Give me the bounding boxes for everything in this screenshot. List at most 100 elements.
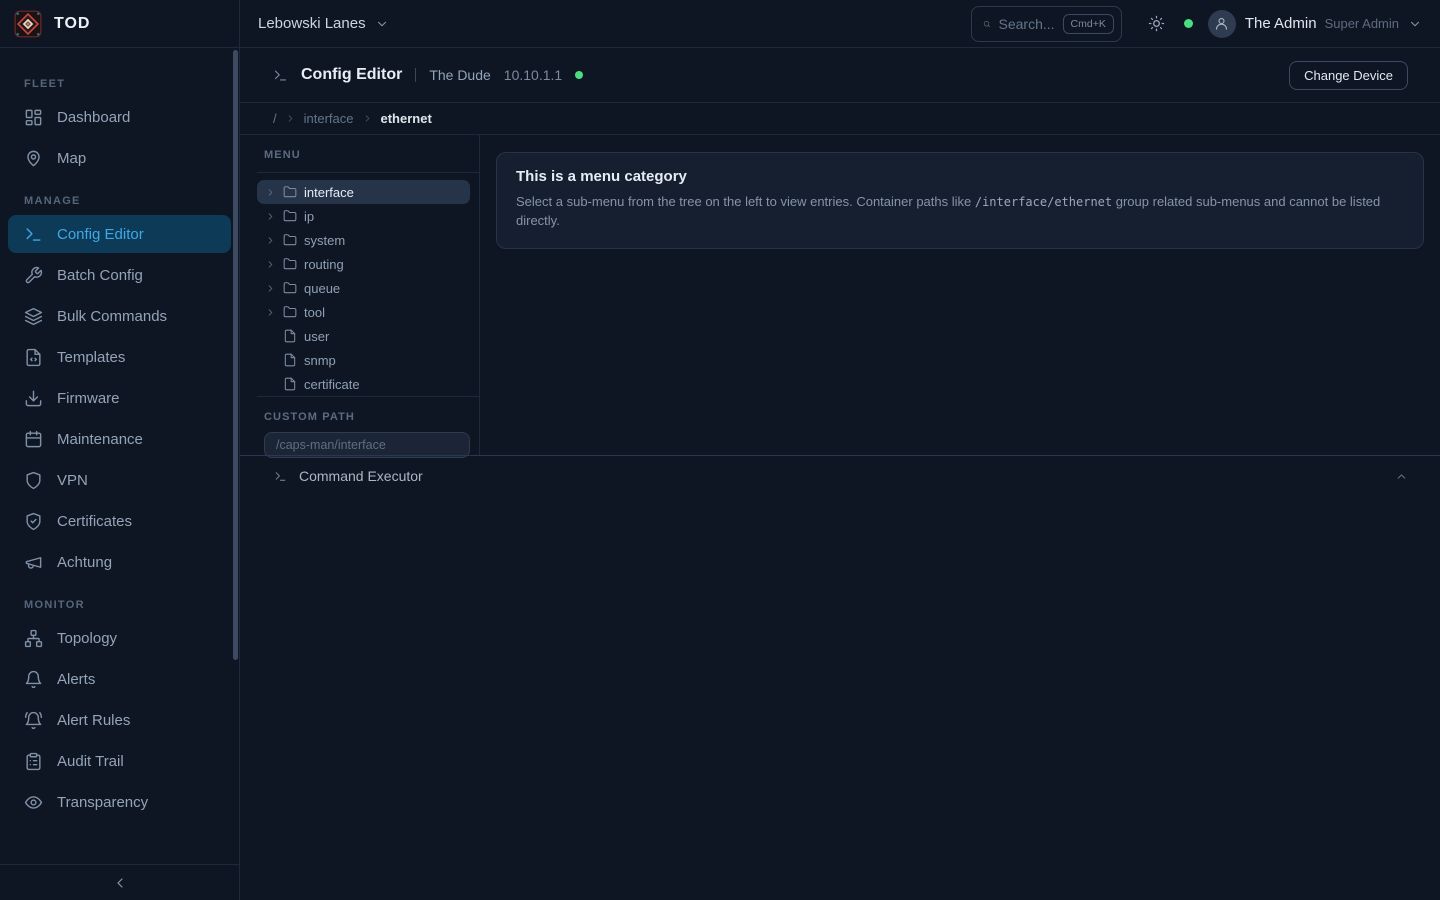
user-menu-chevron-icon[interactable] (1408, 17, 1422, 31)
custom-path-label: CUSTOM PATH (264, 411, 355, 423)
custom-path-section: CUSTOM PATH (257, 396, 479, 458)
menu-category-card: This is a menu category Select a sub-men… (496, 152, 1424, 249)
tree-item-system[interactable]: system (257, 228, 470, 252)
sidebar-item-dashboard[interactable]: Dashboard (8, 98, 231, 136)
detail-panel: This is a menu category Select a sub-men… (480, 135, 1440, 455)
sidebar-item-label: Audit Trail (57, 753, 124, 770)
avatar[interactable] (1208, 10, 1236, 38)
device-header: Config Editor The Dude 10.10.1.1 Change … (240, 48, 1440, 103)
breadcrumb-item-interface[interactable]: interface (304, 111, 354, 126)
menu-category-title: This is a menu category (516, 168, 1404, 185)
sidebar-item-transparency[interactable]: Transparency (8, 783, 231, 821)
sidebar-item-label: Achtung (57, 554, 112, 571)
sidebar-item-topology[interactable]: Topology (8, 619, 231, 657)
tree-item-tool[interactable]: tool (257, 300, 470, 324)
search-icon (983, 17, 991, 31)
sidebar-item-achtung[interactable]: Achtung (8, 543, 231, 581)
sidebar-item-alert-rules[interactable]: Alert Rules (8, 701, 231, 739)
sun-icon (1148, 15, 1165, 32)
calendar-icon (24, 430, 43, 449)
chevron-right-icon (362, 113, 373, 124)
bell-ring-icon (24, 711, 43, 730)
user-name: The Admin (1245, 15, 1317, 32)
command-executor-toggle[interactable]: Command Executor (240, 455, 1440, 496)
sidebar-item-bulk-commands[interactable]: Bulk Commands (8, 297, 231, 335)
breadcrumb-root[interactable]: / (273, 111, 277, 126)
org-selector[interactable]: Lebowski Lanes (258, 15, 389, 32)
tree-item-ip[interactable]: ip (257, 204, 470, 228)
topbar-right: Search... Cmd+K The Admin Super Admin (971, 6, 1422, 42)
terminal-icon (24, 225, 43, 244)
sidebar-item-maintenance[interactable]: Maintenance (8, 420, 231, 458)
wrench-icon (24, 266, 43, 285)
change-device-button[interactable]: Change Device (1289, 61, 1408, 90)
eye-icon (24, 793, 43, 812)
tree-item-routing[interactable]: routing (257, 252, 470, 276)
menu-panel-label: MENU (264, 149, 301, 161)
tree-item-interface[interactable]: interface (257, 180, 470, 204)
terminal-icon (273, 68, 288, 83)
breadcrumb-item-ethernet: ethernet (381, 111, 432, 126)
tod-logo-icon (14, 10, 42, 38)
tree-item-snmp[interactable]: snmp (257, 348, 470, 372)
sidebar-item-batch-config[interactable]: Batch Config (8, 256, 231, 294)
chevron-left-icon (112, 875, 128, 891)
folder-icon (283, 233, 297, 247)
nav-section-label-fleet: FLEET (24, 78, 215, 90)
sidebar-item-templates[interactable]: Templates (8, 338, 231, 376)
sidebar-item-label: Certificates (57, 513, 132, 530)
file-icon (283, 329, 297, 343)
megaphone-icon (24, 553, 43, 572)
sidebar-item-label: VPN (57, 472, 88, 489)
sidebar-collapse-button[interactable] (112, 875, 128, 891)
layers-icon (24, 307, 43, 326)
sidebar-item-firmware[interactable]: Firmware (8, 379, 231, 417)
chevron-up-icon (1395, 470, 1408, 483)
sidebar-item-label: Dashboard (57, 109, 130, 126)
search-input[interactable]: Search... Cmd+K (971, 6, 1122, 42)
device-name: The Dude (429, 67, 490, 83)
file-icon (283, 377, 297, 391)
tree-item-label: user (304, 329, 329, 344)
chevron-right-icon (285, 113, 296, 124)
sidebar-item-label: Firmware (57, 390, 120, 407)
chevron-right-icon (265, 259, 276, 270)
tree-item-user[interactable]: user (257, 324, 470, 348)
sidebar-item-config-editor[interactable]: Config Editor (8, 215, 231, 253)
sidebar-item-certificates[interactable]: Certificates (8, 502, 231, 540)
search-shortcut-badge: Cmd+K (1063, 14, 1114, 34)
folder-icon (283, 209, 297, 223)
logo-text: TOD (54, 15, 90, 33)
tree-item-label: snmp (304, 353, 336, 368)
folder-icon (283, 281, 297, 295)
tree-item-certificate[interactable]: certificate (257, 372, 470, 396)
clipboard-list-icon (24, 752, 43, 771)
chevron-right-icon (265, 187, 276, 198)
app-logo[interactable]: TOD (0, 0, 239, 48)
connection-status-dot (1184, 19, 1193, 28)
sidebar-item-map[interactable]: Map (8, 139, 231, 177)
sidebar-item-label: Transparency (57, 794, 148, 811)
app-root: TOD FLEETDashboardMapMANAGEConfig Editor… (0, 0, 1440, 900)
device-header-left: Config Editor The Dude 10.10.1.1 (273, 66, 583, 84)
org-name: Lebowski Lanes (258, 15, 366, 32)
sidebar-item-alerts[interactable]: Alerts (8, 660, 231, 698)
shield-check-icon (24, 512, 43, 531)
map-pin-icon (24, 149, 43, 168)
sidebar-item-vpn[interactable]: VPN (8, 461, 231, 499)
sidebar-item-label: Templates (57, 349, 125, 366)
sidebar-item-label: Alerts (57, 671, 95, 688)
user-icon (1214, 16, 1229, 31)
theme-toggle-button[interactable] (1148, 15, 1165, 32)
sidebar-item-label: Maintenance (57, 431, 143, 448)
folder-icon (283, 305, 297, 319)
sidebar-item-audit-trail[interactable]: Audit Trail (8, 742, 231, 780)
description-code-path: /interface/ethernet (975, 195, 1112, 209)
sidebar-scrollbar[interactable] (233, 50, 238, 660)
command-executor-label: Command Executor (299, 468, 1383, 484)
folder-icon (283, 185, 297, 199)
tree-item-queue[interactable]: queue (257, 276, 470, 300)
tree-item-label: ip (304, 209, 314, 224)
tree-item-label: certificate (304, 377, 360, 392)
divider (415, 68, 416, 82)
